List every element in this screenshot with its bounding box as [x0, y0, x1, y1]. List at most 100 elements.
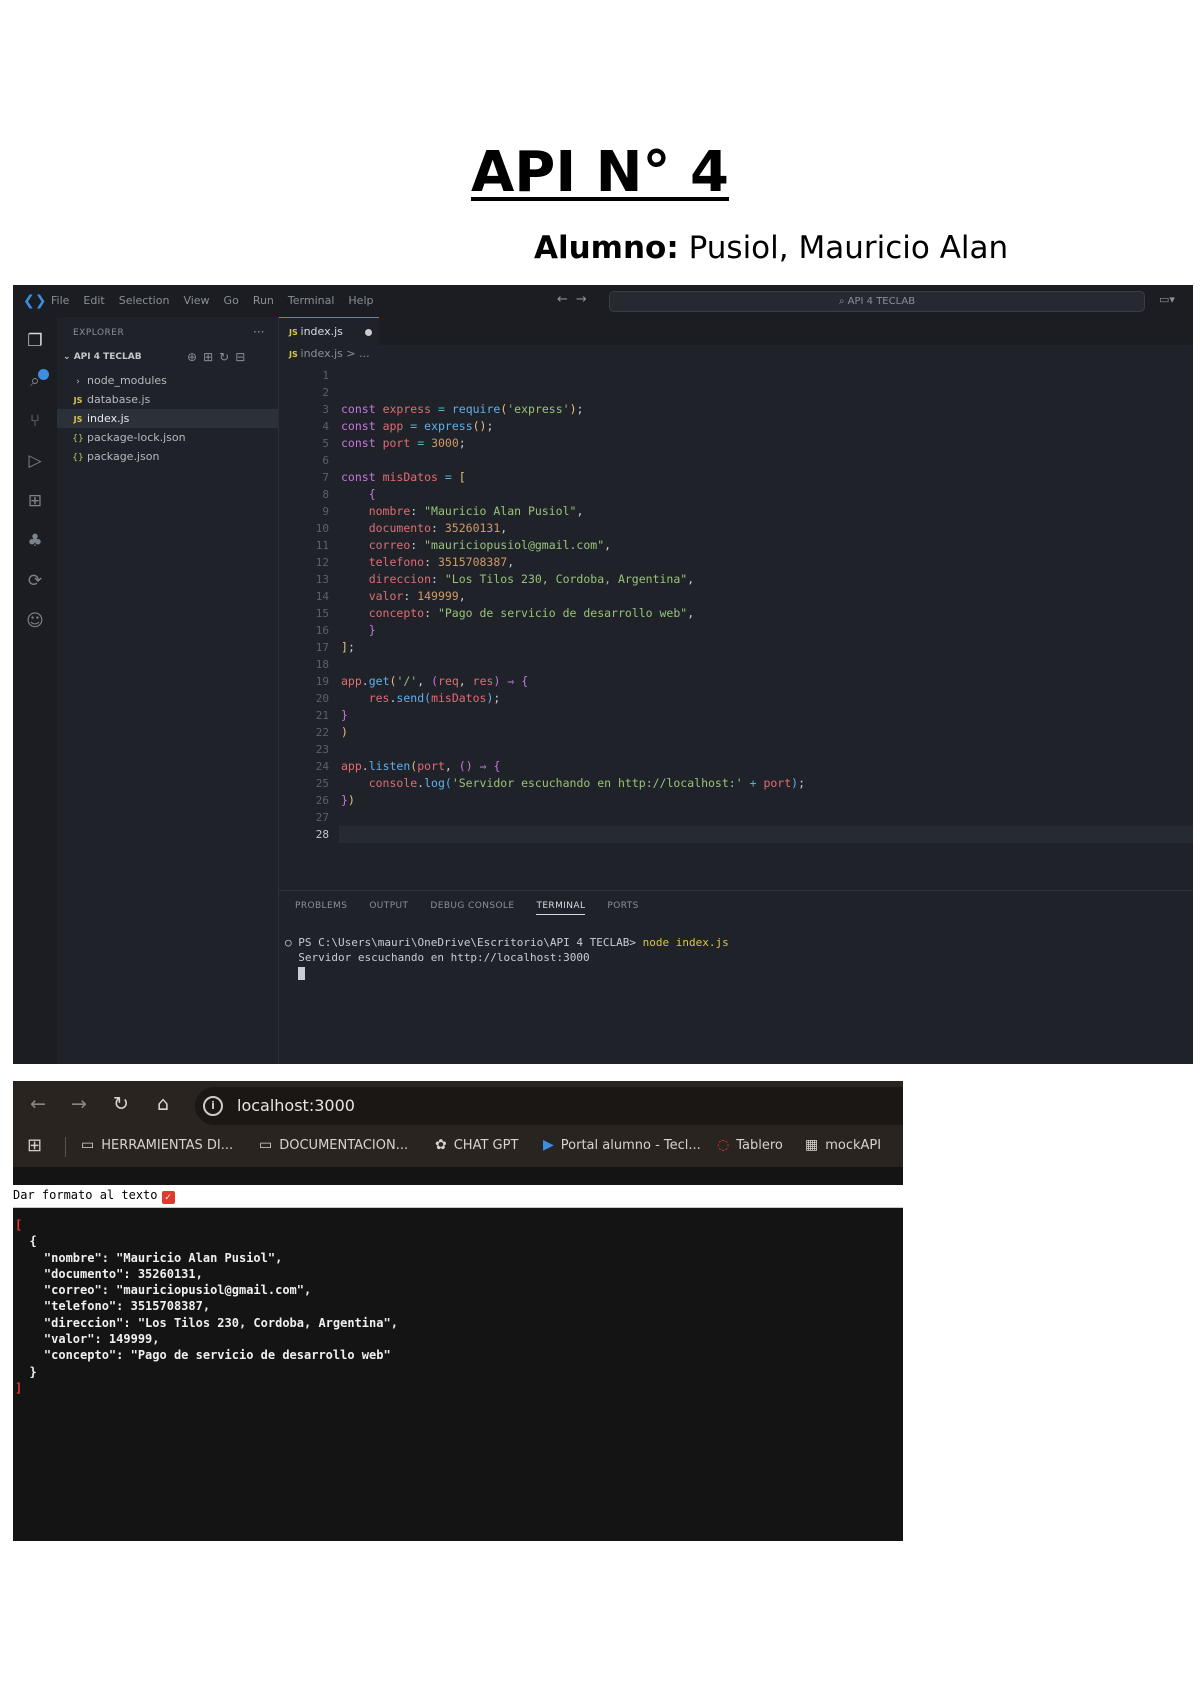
python-icon[interactable]: ♣ [25, 531, 45, 551]
json-line-concepto: "concepto": "Pago de servicio de desarro… [15, 1348, 391, 1363]
menu-run[interactable]: Run [253, 294, 274, 307]
command-center[interactable]: ⌕ API 4 TECLAB [609, 291, 1145, 312]
tablero-icon: ◌ [717, 1137, 730, 1153]
menu-bar: File Edit Selection View Go Run Terminal… [51, 294, 373, 307]
menu-edit[interactable]: Edit [83, 294, 104, 307]
bookmark-label: DOCUMENTACION... [279, 1138, 409, 1153]
bookmark-portal-alumno[interactable]: ▶ Portal alumno - Tecl... [543, 1137, 701, 1153]
explorer-section[interactable]: ⌄ API 4 TECLAB [63, 352, 142, 362]
layout-icon[interactable]: ▭▾ [1159, 293, 1175, 306]
forward-arrow-icon[interactable]: → [68, 1093, 90, 1115]
forward-arrow-icon[interactable]: → [576, 292, 595, 307]
tree-item-package-json[interactable]: {} package.json [57, 447, 278, 466]
remote-explorer-icon[interactable]: ⟳ [25, 571, 45, 591]
tree-item-package-lock-json[interactable]: {} package-lock.json [57, 428, 278, 447]
bookmarks-divider [65, 1137, 66, 1157]
site-info-icon[interactable]: i [203, 1096, 223, 1116]
copilot-icon[interactable]: ☺ [25, 611, 45, 631]
reload-icon[interactable]: ↻ [110, 1093, 132, 1115]
more-actions-icon[interactable]: ··· [253, 325, 264, 339]
source-control-icon[interactable]: ⑂ [25, 411, 45, 431]
tree-item-label: index.js [87, 412, 130, 425]
bookmark-tablero[interactable]: ◌ Tablero [717, 1137, 783, 1153]
tree-item-label: package-lock.json [87, 431, 186, 444]
menu-terminal[interactable]: Terminal [288, 294, 335, 307]
checkbox-checked-icon[interactable]: ✓ [161, 1191, 175, 1204]
menu-view[interactable]: View [183, 294, 209, 307]
tree-item-label: package.json [87, 450, 160, 463]
menu-file[interactable]: File [51, 294, 69, 307]
json-close-brace: } [15, 1364, 37, 1379]
tree-item-index-js[interactable]: JS index.js [57, 409, 278, 428]
json-file-icon: {} [72, 453, 84, 463]
portal-icon: ▶ [543, 1137, 554, 1153]
new-file-icon[interactable]: ⊕ [187, 350, 203, 364]
tab-output[interactable]: OUTPUT [369, 901, 408, 915]
terminal-server-log: Servidor escuchando en http://localhost:… [298, 951, 590, 964]
bookmark-herramientas[interactable]: ▭ HERRAMIENTAS DI... [81, 1137, 233, 1153]
bookmark-mockapi[interactable]: ▦ mockAPI [805, 1137, 881, 1153]
unsaved-dot-icon[interactable] [365, 329, 372, 336]
apps-grid-icon[interactable]: ⊞ [27, 1135, 42, 1156]
title-bar: ❮❯ File Edit Selection View Go Run Termi… [13, 285, 1193, 317]
bookmark-chat-gpt[interactable]: ✿ CHAT GPT [435, 1137, 518, 1153]
js-file-icon: JS [73, 396, 83, 405]
json-line-direccion: "direccion": "Los Tilos 230, Cordoba, Ar… [15, 1315, 398, 1330]
vscode-logo-icon: ❮❯ [23, 293, 47, 309]
breadcrumb-label: index.js > ... [300, 347, 370, 360]
json-line-correo: "correo": "mauriciopusiol@gmail.com", [15, 1283, 312, 1298]
menu-help[interactable]: Help [348, 294, 373, 307]
command-center-label: API 4 TECLAB [847, 296, 916, 307]
chatgpt-icon: ✿ [435, 1137, 447, 1153]
address-bar[interactable]: i localhost:3000 [195, 1087, 903, 1125]
breadcrumb[interactable]: JS index.js > ... [289, 347, 370, 360]
explorer-sidebar: EXPLORER ··· ⌄ API 4 TECLAB ⊕⊞↻⊟ › node_m… [57, 317, 279, 1064]
bottom-panel: PROBLEMS OUTPUT DEBUG CONSOLE TERMINAL P… [279, 890, 1193, 1064]
json-open-bracket: [ [15, 1218, 23, 1232]
code-editor[interactable]: 1 2 3 4 5 6 7 8 9 10 11 12 13 14 15 16 17 18 19 20 21 22 23 2… [279, 367, 1193, 887]
back-arrow-icon[interactable]: ← [557, 292, 576, 307]
tab-label: index.js [300, 325, 343, 338]
json-line-documento: "documento": 35260131, [15, 1266, 203, 1281]
collapse-icon[interactable]: ⊟ [235, 350, 251, 364]
json-open-brace: { [15, 1234, 37, 1249]
new-folder-icon[interactable]: ⊞ [203, 350, 219, 364]
tab-debug-console[interactable]: DEBUG CONSOLE [430, 901, 514, 915]
run-debug-icon[interactable]: ▷ [25, 451, 45, 471]
bookmark-documentacion[interactable]: ▭ DOCUMENTACION... [259, 1137, 408, 1153]
terminal-output[interactable]: ○ PS C:\Users\mauri\OneDrive\Escritorio\… [285, 935, 729, 980]
browser-window: ← → ↻ ⌂ i localhost:3000 ⊞ ▭ HERRAMIENTAS… [13, 1081, 903, 1541]
document-title: API N° 4 [470, 140, 730, 205]
menu-selection[interactable]: Selection [119, 294, 170, 307]
menu-go[interactable]: Go [224, 294, 239, 307]
folder-icon: ▭ [259, 1137, 273, 1153]
json-line-telefono: "telefono": 3515708387, [15, 1299, 211, 1314]
home-icon[interactable]: ⌂ [152, 1093, 174, 1115]
explorer-section-label: API 4 TECLAB [73, 352, 142, 362]
line-numbers: 1 2 3 4 5 6 7 8 9 10 11 12 13 14 15 16 17 18 19 20 21 22 23 2… [315, 369, 329, 841]
tree-item-node-modules[interactable]: › node_modules [57, 371, 278, 390]
format-toggle[interactable]: Dar formato al texto ✓ [13, 1188, 175, 1204]
bookmarks-bar: ⊞ ▭ HERRAMIENTAS DI... ▭ DOCUMENTACION... … [13, 1125, 903, 1167]
tab-problems[interactable]: PROBLEMS [295, 901, 347, 915]
extensions-icon[interactable]: ⊞ [25, 491, 45, 511]
tab-terminal[interactable]: TERMINAL [536, 901, 586, 915]
history-arrows[interactable]: ←→ [557, 292, 595, 307]
json-close-bracket: ] [15, 1380, 23, 1395]
tree-item-database-js[interactable]: JS database.js [57, 390, 278, 409]
back-arrow-icon[interactable]: ← [27, 1093, 49, 1115]
terminal-cursor [298, 966, 306, 980]
search-icon[interactable]: ⌕ [25, 371, 45, 391]
js-file-icon: JS [73, 415, 83, 424]
explorer-icon[interactable]: ❐ [25, 331, 45, 351]
folder-icon: ▭ [81, 1137, 95, 1153]
json-line-valor: "valor": 149999, [15, 1332, 160, 1347]
refresh-icon[interactable]: ↻ [219, 350, 235, 364]
code-content: const express = require('express'); cons… [341, 402, 806, 807]
tab-ports[interactable]: PORTS [607, 901, 638, 915]
student-name: Pusiol, Mauricio Alan [678, 230, 1009, 266]
chevron-down-icon: ⌄ [63, 352, 74, 362]
tab-index-js[interactable]: JS index.js [279, 317, 379, 345]
url-text: localhost:3000 [237, 1096, 355, 1115]
editor-tabs: JS index.js [279, 317, 1193, 345]
